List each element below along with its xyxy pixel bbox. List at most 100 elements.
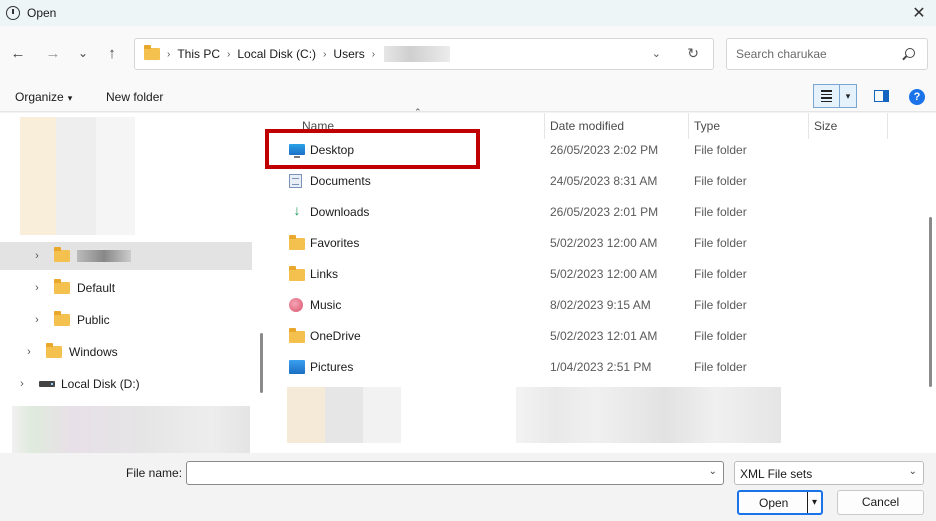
breadcrumb-users[interactable]: Users [333,47,364,61]
tree-item-user-folder[interactable]: › [0,242,252,270]
navigation-pane[interactable]: › › Default › Public › Windows › Local D… [0,113,258,453]
chevron-down-icon[interactable]: ⌄ [709,466,717,477]
file-row-music[interactable]: Music 8/02/2023 9:15 AM File folder [268,291,928,319]
window-title: Open [27,6,57,20]
drive-icon [39,381,55,387]
details-view-icon[interactable] [814,85,840,107]
file-date: 24/05/2023 8:31 AM [550,174,658,188]
file-type-filter[interactable]: XML File sets ⌄ [734,461,924,485]
breadcrumb-separator[interactable]: › [372,49,375,60]
folder-icon [46,343,62,358]
highlight-box [265,129,480,169]
address-history-dropdown[interactable]: ⌄ [652,47,661,60]
file-name: Music [310,298,342,312]
organize-button[interactable]: Organize ▾ [15,90,72,104]
view-options-dropdown[interactable]: ▾ [840,85,856,107]
file-name: Pictures [310,360,354,374]
file-row-pictures[interactable]: Pictures 1/04/2023 2:51 PM File folder [268,353,928,381]
scrollbar-thumb[interactable] [260,333,263,393]
breadcrumb-separator[interactable]: › [227,49,230,60]
command-bar: Organize ▾ New folder ▾ ? [0,82,936,112]
breadcrumb-separator[interactable]: › [323,49,326,60]
downloads-icon: ↓ [293,202,301,218]
folder-icon [54,279,70,294]
folder-icon [289,328,305,343]
file-date: 8/02/2023 9:15 AM [550,298,651,312]
file-name: Downloads [310,205,370,219]
file-list-scrollbar[interactable] [925,113,936,453]
tree-item-local-disk-d[interactable]: › Local Disk (D:) [0,370,252,398]
folder-icon [54,247,70,262]
forward-button[interactable]: → [42,42,64,64]
redacted-area [12,406,250,453]
file-type: File folder [694,174,747,188]
breadcrumb-local-disk-c[interactable]: Local Disk (C:) [237,47,316,61]
tree-item-label: Windows [69,345,118,359]
tree-item-windows[interactable]: › Windows [0,338,252,366]
title-bar: Open ✕ [0,0,936,26]
search-icon[interactable] [905,48,915,58]
change-view-button[interactable]: ▾ [813,84,857,108]
file-row-links[interactable]: Links 5/02/2023 12:00 AM File folder [268,260,928,288]
file-name-input[interactable] [187,462,697,484]
search-input[interactable] [727,39,897,69]
folder-icon [289,235,305,250]
chevron-right-icon[interactable]: › [30,282,44,294]
file-type: File folder [694,236,747,250]
address-bar[interactable]: › This PC › Local Disk (C:) › Users › ⌄ … [134,38,714,70]
file-name: Favorites [310,236,360,250]
music-icon [289,298,303,312]
open-button[interactable]: Open ▾ [737,490,823,515]
file-list[interactable]: ⌃ Name Date modified Type Size Desktop 2… [265,107,936,453]
refresh-button[interactable]: ↻ [687,45,699,62]
tree-item-label: Public [77,313,110,327]
breadcrumb-redacted-user[interactable] [384,46,451,62]
breadcrumb-this-pc[interactable]: This PC [177,47,220,61]
clock-icon [6,6,20,20]
chevron-right-icon[interactable]: › [22,346,36,358]
navigation-bar: ← → ⌄ ↑ › This PC › Local Disk (C:) › Us… [0,26,936,82]
recent-locations-button[interactable]: ⌄ [72,42,94,64]
file-date: 26/05/2023 2:01 PM [550,205,659,219]
tree-item-label: Local Disk (D:) [61,377,140,391]
tree-item-label: Default [77,281,116,295]
preview-pane-icon[interactable] [874,90,889,102]
redacted-area [287,387,401,443]
file-date: 5/02/2023 12:01 AM [550,329,658,343]
tree-item-default[interactable]: › Default [0,274,252,302]
sort-ascending-icon: ⌃ [414,107,422,117]
file-type: File folder [694,329,747,343]
file-type-filter-value: XML File sets [740,467,813,481]
new-folder-button[interactable]: New folder [106,90,163,104]
open-options-dropdown[interactable]: ▾ [807,492,821,513]
search-box[interactable] [726,38,928,70]
file-name: Links [310,267,339,281]
chevron-right-icon[interactable]: › [15,378,29,390]
tree-item-public[interactable]: › Public [0,306,252,334]
cancel-button[interactable]: Cancel [837,490,924,515]
organize-label: Organize [15,90,64,104]
file-row-favorites[interactable]: Favorites 5/02/2023 12:00 AM File folder [268,229,928,257]
file-date: 5/02/2023 12:00 AM [550,236,658,250]
file-type: File folder [694,298,747,312]
file-type: File folder [694,360,747,374]
breadcrumb-separator: › [167,48,171,60]
scrollbar-thumb[interactable] [929,217,932,387]
folder-icon [289,266,305,281]
file-name-combobox[interactable]: ⌄ [186,461,724,485]
help-icon[interactable]: ? [909,89,925,105]
file-name: Documents [310,174,371,188]
chevron-right-icon[interactable]: › [30,250,44,262]
dialog-footer: File name: ⌄ XML File sets ⌄ Open ▾ Canc… [0,453,936,521]
close-button[interactable]: ✕ [908,2,930,24]
file-row-documents[interactable]: Documents 24/05/2023 8:31 AM File folder [268,167,928,195]
file-row-downloads[interactable]: ↓ Downloads 26/05/2023 2:01 PM File fold… [268,198,928,226]
chevron-down-icon[interactable]: ⌄ [909,466,917,477]
chevron-right-icon[interactable]: › [30,314,44,326]
file-row-onedrive[interactable]: OneDrive 5/02/2023 12:01 AM File folder [268,322,928,350]
folder-icon [54,311,70,326]
file-type: File folder [694,267,747,281]
up-button[interactable]: ↑ [101,42,123,64]
file-date: 26/05/2023 2:02 PM [550,143,659,157]
back-button[interactable]: ← [7,42,29,64]
